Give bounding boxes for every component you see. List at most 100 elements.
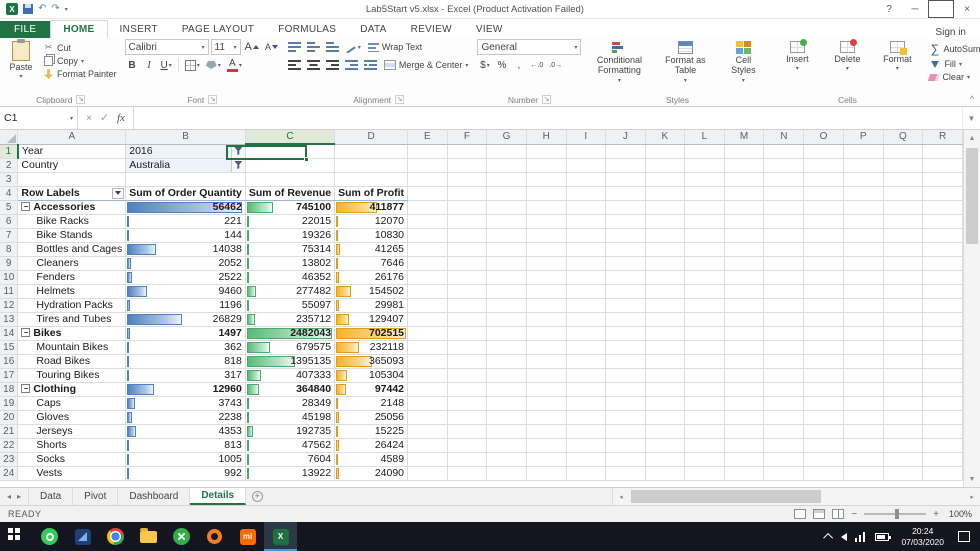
clear-button[interactable]: Clear ▾ bbox=[927, 71, 980, 83]
empty-cell[interactable] bbox=[684, 368, 725, 383]
column-header-H[interactable]: H bbox=[526, 130, 567, 145]
empty-cell[interactable] bbox=[684, 326, 725, 341]
empty-cell[interactable] bbox=[684, 214, 725, 229]
cell-A11[interactable]: Helmets bbox=[17, 284, 127, 299]
empty-cell[interactable] bbox=[407, 200, 448, 215]
cell-B2[interactable]: Australia bbox=[125, 158, 246, 173]
empty-cell[interactable] bbox=[566, 284, 607, 299]
empty-cell[interactable] bbox=[724, 312, 765, 327]
cell-A4[interactable]: Row Labels bbox=[17, 185, 127, 201]
network-icon[interactable] bbox=[855, 531, 868, 542]
empty-cell[interactable] bbox=[526, 340, 567, 355]
sign-in-link[interactable]: Sign in bbox=[935, 27, 980, 38]
empty-cell[interactable] bbox=[922, 228, 963, 243]
cell-A19[interactable]: Caps bbox=[17, 396, 127, 411]
cell-C24[interactable]: 13922 bbox=[245, 466, 336, 481]
empty-cell[interactable] bbox=[724, 158, 765, 173]
cell-A5[interactable]: − Accessories bbox=[17, 200, 127, 215]
cell-C2[interactable] bbox=[245, 158, 336, 173]
empty-cell[interactable] bbox=[407, 284, 448, 299]
filter-icon[interactable] bbox=[230, 144, 245, 157]
empty-cell[interactable] bbox=[684, 172, 725, 187]
empty-cell[interactable] bbox=[447, 158, 488, 173]
empty-cell[interactable] bbox=[526, 326, 567, 341]
tab-formulas[interactable]: FORMULAS bbox=[266, 21, 348, 38]
empty-cell[interactable] bbox=[447, 382, 488, 397]
empty-cell[interactable] bbox=[605, 228, 646, 243]
empty-cell[interactable] bbox=[922, 410, 963, 425]
row-header-13[interactable]: 13 bbox=[0, 312, 19, 327]
empty-cell[interactable] bbox=[763, 228, 805, 243]
formula-input[interactable] bbox=[134, 107, 962, 129]
cell-C9[interactable]: 13802 bbox=[245, 256, 336, 271]
cell-D24[interactable]: 24090 bbox=[334, 466, 409, 481]
empty-cell[interactable] bbox=[724, 214, 765, 229]
empty-cell[interactable] bbox=[605, 242, 646, 257]
empty-cell[interactable] bbox=[566, 298, 607, 313]
cell-A14[interactable]: − Bikes bbox=[17, 326, 127, 341]
tab-review[interactable]: REVIEW bbox=[399, 21, 464, 38]
name-box[interactable]: C1 ▾ bbox=[0, 107, 78, 129]
empty-cell[interactable] bbox=[605, 172, 646, 187]
number-format-select[interactable]: General ▾ bbox=[477, 39, 582, 55]
empty-cell[interactable] bbox=[684, 340, 725, 355]
empty-cell[interactable] bbox=[883, 270, 924, 285]
empty-cell[interactable] bbox=[645, 326, 686, 341]
empty-cell[interactable] bbox=[803, 382, 844, 397]
column-header-I[interactable]: I bbox=[566, 130, 607, 145]
sheet-tab-data[interactable]: Data bbox=[28, 488, 74, 505]
empty-cell[interactable] bbox=[803, 424, 844, 439]
empty-cell[interactable] bbox=[486, 256, 527, 271]
empty-cell[interactable] bbox=[803, 214, 844, 229]
column-header-C[interactable]: C bbox=[245, 130, 336, 145]
empty-cell[interactable] bbox=[763, 214, 805, 229]
empty-cell[interactable] bbox=[883, 298, 924, 313]
empty-cell[interactable] bbox=[883, 200, 924, 215]
empty-cell[interactable] bbox=[407, 354, 448, 369]
empty-cell[interactable] bbox=[566, 382, 607, 397]
empty-cell[interactable] bbox=[843, 298, 884, 313]
empty-cell[interactable] bbox=[605, 312, 646, 327]
font-name-select[interactable]: Calibri ▾ bbox=[124, 39, 209, 55]
empty-cell[interactable] bbox=[843, 354, 884, 369]
row-header-17[interactable]: 17 bbox=[0, 368, 19, 383]
empty-cell[interactable] bbox=[922, 452, 963, 467]
empty-cell[interactable] bbox=[447, 228, 488, 243]
empty-cell[interactable] bbox=[645, 186, 686, 201]
empty-cell[interactable] bbox=[843, 242, 884, 257]
collapse-button[interactable]: − bbox=[21, 383, 31, 393]
empty-cell[interactable] bbox=[407, 242, 448, 257]
empty-cell[interactable] bbox=[605, 340, 646, 355]
cell-D20[interactable]: 25056 bbox=[334, 410, 409, 425]
cell-C5[interactable]: 745100 bbox=[245, 200, 336, 215]
empty-cell[interactable] bbox=[803, 186, 844, 201]
empty-cell[interactable] bbox=[447, 424, 488, 439]
qat-customize-icon[interactable]: ▾ bbox=[65, 6, 68, 13]
column-header-K[interactable]: K bbox=[645, 130, 686, 145]
zoom-out-button[interactable]: − bbox=[851, 509, 857, 520]
delete-cells-button[interactable]: Delete ▾ bbox=[823, 39, 871, 93]
expand-formula-bar-icon[interactable]: ▼ bbox=[962, 107, 980, 129]
select-all-button[interactable] bbox=[0, 130, 19, 145]
empty-cell[interactable] bbox=[724, 466, 765, 481]
cell-B13[interactable]: 26829 bbox=[125, 312, 246, 327]
row-header-9[interactable]: 9 bbox=[0, 256, 19, 271]
settings-icon[interactable] bbox=[198, 522, 231, 551]
empty-cell[interactable] bbox=[684, 298, 725, 313]
empty-cell[interactable] bbox=[447, 144, 488, 159]
empty-cell[interactable] bbox=[803, 396, 844, 411]
empty-cell[interactable] bbox=[526, 270, 567, 285]
empty-cell[interactable] bbox=[486, 270, 527, 285]
cell-C1[interactable] bbox=[245, 144, 336, 159]
empty-cell[interactable] bbox=[645, 382, 686, 397]
empty-cell[interactable] bbox=[883, 452, 924, 467]
empty-cell[interactable] bbox=[724, 298, 765, 313]
scroll-right-icon[interactable]: ▸ bbox=[964, 493, 980, 501]
empty-cell[interactable] bbox=[486, 452, 527, 467]
empty-cell[interactable] bbox=[447, 298, 488, 313]
empty-cell[interactable] bbox=[724, 354, 765, 369]
volume-icon[interactable] bbox=[841, 532, 848, 541]
empty-cell[interactable] bbox=[486, 200, 527, 215]
empty-cell[interactable] bbox=[883, 144, 924, 159]
empty-cell[interactable] bbox=[803, 228, 844, 243]
